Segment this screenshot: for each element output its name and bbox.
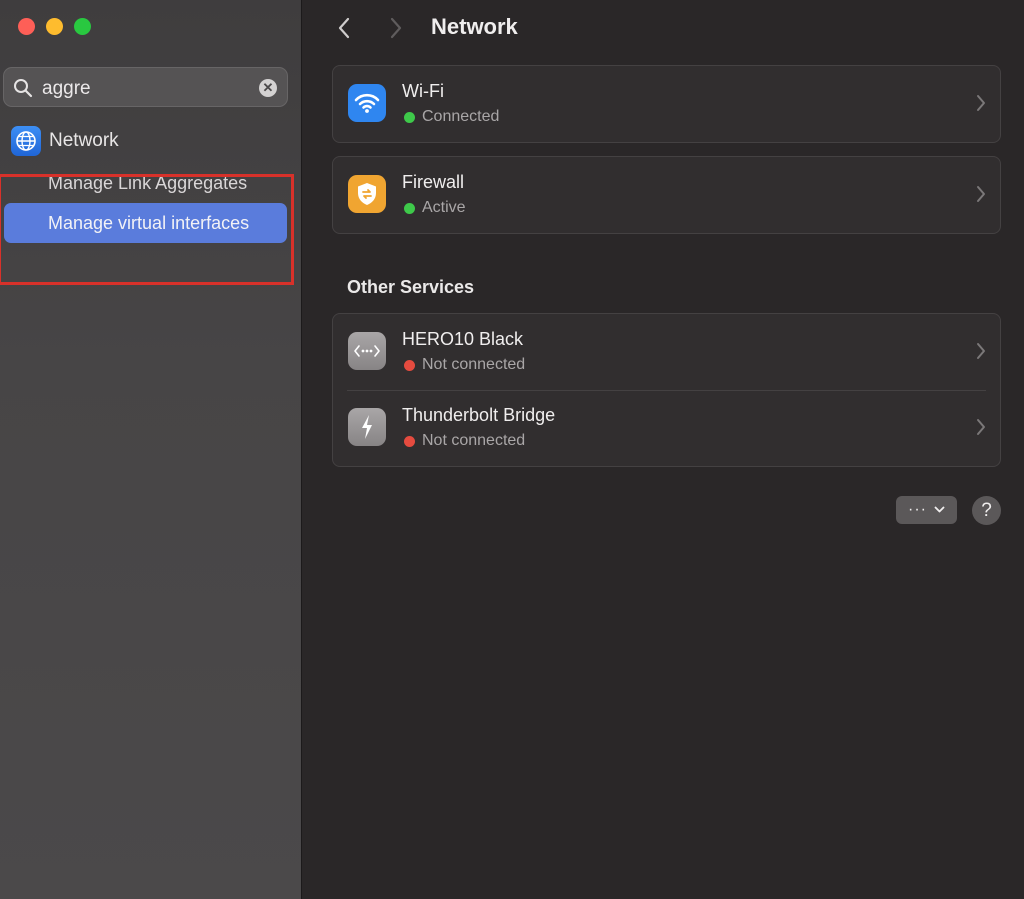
service-name: HERO10 Black <box>402 329 524 349</box>
back-button[interactable] <box>331 14 357 42</box>
chevron-right-icon <box>977 95 985 111</box>
sidebar: aggre ✕ Network Manage Link Aggregates M… <box>0 0 302 899</box>
service-row-thunderbolt-bridge[interactable]: Thunderbolt Bridge Not connected <box>333 390 1000 466</box>
status-dot-icon <box>404 203 415 214</box>
service-row-hero10-black[interactable]: HERO10 Black Not connected <box>333 314 1000 390</box>
search-icon <box>14 79 33 98</box>
help-button[interactable]: ? <box>972 496 1001 525</box>
chevron-right-icon <box>977 343 985 359</box>
service-status: Active <box>422 199 466 216</box>
sidebar-item-network[interactable]: Network <box>11 126 119 156</box>
more-actions-button[interactable]: ··· <box>896 496 957 524</box>
minimize-window-button[interactable] <box>46 18 63 35</box>
service-row-wifi[interactable]: Wi-Fi Connected <box>333 66 1000 142</box>
thunderbolt-icon <box>348 408 386 446</box>
status-dot-icon <box>404 436 415 447</box>
wifi-icon <box>348 84 386 122</box>
service-status: Not connected <box>422 432 526 449</box>
firewall-icon <box>348 175 386 213</box>
ellipsis-icon: ··· <box>908 501 927 518</box>
page-title: Network <box>431 14 518 39</box>
window-controls <box>18 18 91 35</box>
clear-search-icon[interactable]: ✕ <box>259 79 277 97</box>
chevron-right-icon <box>390 17 402 39</box>
service-name: Firewall <box>402 172 465 192</box>
service-status: Connected <box>422 108 500 125</box>
chevron-down-icon <box>934 506 945 513</box>
annotation-highlight-box <box>0 174 294 285</box>
other-services-card: HERO10 Black Not connected Thunderbolt B… <box>332 313 1001 467</box>
globe-icon <box>11 126 41 156</box>
settings-window: aggre ✕ Network Manage Link Aggregates M… <box>0 0 1024 899</box>
status-dot-icon <box>404 112 415 123</box>
firewall-card[interactable]: Firewall Active <box>332 156 1001 234</box>
search-field[interactable]: aggre ✕ <box>3 67 288 107</box>
close-window-button[interactable] <box>18 18 35 35</box>
chevron-right-icon <box>977 419 985 435</box>
wifi-card[interactable]: Wi-Fi Connected <box>332 65 1001 143</box>
chevron-left-icon <box>338 17 350 39</box>
ethernet-dots-icon <box>348 332 386 370</box>
zoom-window-button[interactable] <box>74 18 91 35</box>
sidebar-item-label: Network <box>49 130 119 151</box>
service-name: Thunderbolt Bridge <box>402 405 556 425</box>
forward-button[interactable] <box>383 14 409 42</box>
service-name: Wi-Fi <box>402 81 444 101</box>
chevron-right-icon <box>977 186 985 202</box>
status-dot-icon <box>404 360 415 371</box>
section-title-other-services: Other Services <box>347 277 475 297</box>
service-row-firewall[interactable]: Firewall Active <box>333 157 1000 233</box>
service-status: Not connected <box>422 356 526 373</box>
main-pane: Network Wi-Fi Connected Firewall Active … <box>303 0 1024 899</box>
search-query[interactable]: aggre <box>42 78 91 100</box>
